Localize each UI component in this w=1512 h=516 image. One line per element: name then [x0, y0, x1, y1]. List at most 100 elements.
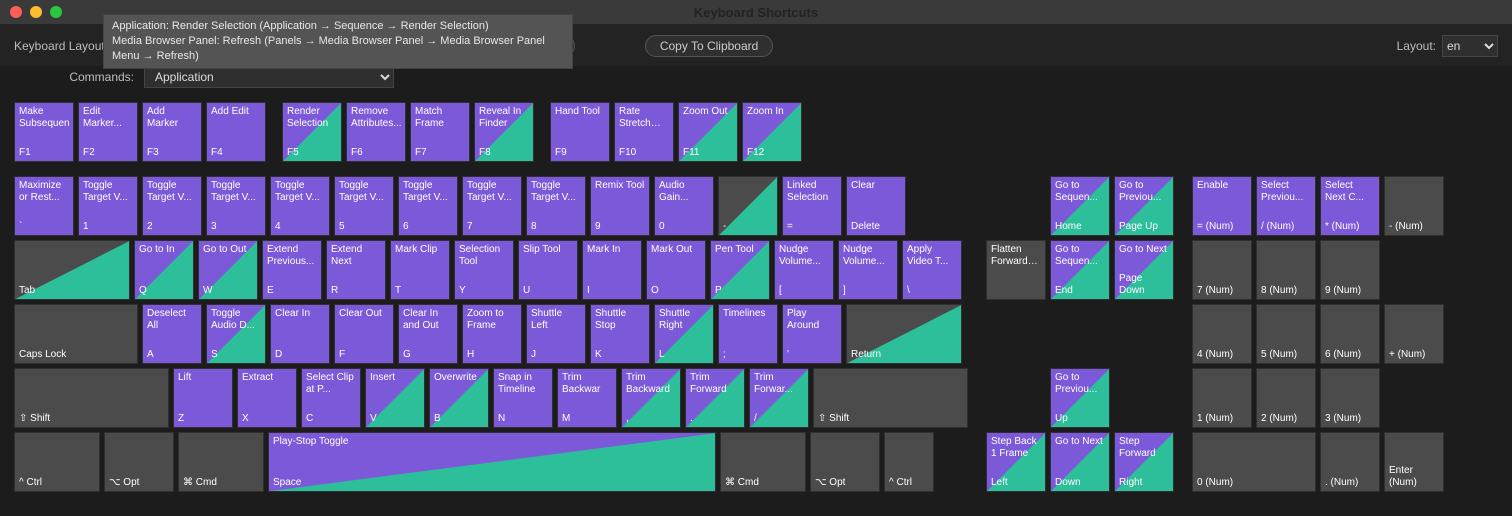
key-7[interactable]: Toggle Target V...7 [462, 176, 522, 236]
key-y[interactable]: Selection ToolY [454, 240, 514, 300]
key-t[interactable]: Mark ClipT [390, 240, 450, 300]
key-right[interactable]: Step ForwardRight [1114, 432, 1174, 492]
key-8[interactable]: Toggle Target V...8 [526, 176, 586, 236]
key-d[interactable]: Clear InD [270, 304, 330, 364]
key-6-num-[interactable]: 6 (Num) [1320, 304, 1380, 364]
key-9-num-[interactable]: 9 (Num) [1320, 240, 1380, 300]
key-f9[interactable]: Hand ToolF9 [550, 102, 610, 162]
key-f1[interactable]: Make SubsequenceF1 [14, 102, 74, 162]
key-f6[interactable]: Remove Attributes...F6 [346, 102, 406, 162]
key-n[interactable]: Snap in TimelineN [493, 368, 553, 428]
key-f8[interactable]: Reveal In FinderF8 [474, 102, 534, 162]
key-f4[interactable]: Add EditF4 [206, 102, 266, 162]
key--[interactable]: Timelines; [718, 304, 778, 364]
key-5-num-[interactable]: 5 (Num) [1256, 304, 1316, 364]
key-f11[interactable]: Zoom OutF11 [678, 102, 738, 162]
key--num-[interactable]: + (Num) [1384, 304, 1444, 364]
key--num-[interactable]: Select Previou.../ (Num) [1256, 176, 1316, 236]
key--[interactable]: Linked Selection= [782, 176, 842, 236]
key-q[interactable]: Go to InQ [134, 240, 194, 300]
key-space[interactable]: Play-Stop ToggleSpace [268, 432, 716, 492]
key-flatten-forward-delete[interactable]: Flatten Forward Delete [986, 240, 1046, 300]
key-e[interactable]: Extend Previous...E [262, 240, 322, 300]
key--cmd[interactable]: ⌘ Cmd [720, 432, 806, 492]
key-4-num-[interactable]: 4 (Num) [1192, 304, 1252, 364]
key--[interactable]: Nudge Volume...] [838, 240, 898, 300]
key--ctrl[interactable]: ^ Ctrl [884, 432, 934, 492]
key-2-num-[interactable]: 2 (Num) [1256, 368, 1316, 428]
key--num-[interactable]: Enable= (Num) [1192, 176, 1252, 236]
commands-select[interactable]: Application [144, 66, 394, 88]
key-f7[interactable]: Match FrameF7 [410, 102, 470, 162]
layout-select[interactable]: en [1442, 35, 1498, 57]
key-i[interactable]: Mark InI [582, 240, 642, 300]
key-left[interactable]: Step Back 1 FrameLeft [986, 432, 1046, 492]
key--shift[interactable]: ⇧ Shift [14, 368, 169, 428]
key--[interactable]: Trim Forward. [685, 368, 745, 428]
key-end[interactable]: Go to Sequen...End [1050, 240, 1110, 300]
key--opt[interactable]: ⌥ Opt [104, 432, 174, 492]
key--ctrl[interactable]: ^ Ctrl [14, 432, 100, 492]
key-c[interactable]: Select Clip at P...C [301, 368, 361, 428]
key-down[interactable]: Go to NextDown [1050, 432, 1110, 492]
key-a[interactable]: Deselect AllA [142, 304, 202, 364]
key--cmd[interactable]: ⌘ Cmd [178, 432, 264, 492]
key-5[interactable]: Toggle Target V...5 [334, 176, 394, 236]
copy-clipboard-button[interactable]: Copy To Clipboard [645, 35, 774, 57]
key-3-num-[interactable]: 3 (Num) [1320, 368, 1380, 428]
key-m[interactable]: Trim BackwarM [557, 368, 617, 428]
key--[interactable]: Play Around' [782, 304, 842, 364]
key-tab[interactable]: Tab [14, 240, 130, 300]
key--[interactable]: Maximize or Rest...` [14, 176, 74, 236]
key-delete[interactable]: ClearDelete [846, 176, 906, 236]
key--opt[interactable]: ⌥ Opt [810, 432, 880, 492]
key-2[interactable]: Toggle Target V...2 [142, 176, 202, 236]
key-j[interactable]: Shuttle LeftJ [526, 304, 586, 364]
key-6[interactable]: Toggle Target V...6 [398, 176, 458, 236]
key-f12[interactable]: Zoom InF12 [742, 102, 802, 162]
key--num-[interactable]: Select Next C...* (Num) [1320, 176, 1380, 236]
key-x[interactable]: ExtractX [237, 368, 297, 428]
key--num-[interactable]: . (Num) [1320, 432, 1380, 492]
key--[interactable]: - [718, 176, 778, 236]
key-1-num-[interactable]: 1 (Num) [1192, 368, 1252, 428]
key-f5[interactable]: Render SelectionF5 [282, 102, 342, 162]
key-h[interactable]: Zoom to FrameH [462, 304, 522, 364]
key-f3[interactable]: Add MarkerF3 [142, 102, 202, 162]
key--[interactable]: Nudge Volume...[ [774, 240, 834, 300]
key-home[interactable]: Go to Sequen...Home [1050, 176, 1110, 236]
key-3[interactable]: Toggle Target V...3 [206, 176, 266, 236]
key-v[interactable]: InsertV [365, 368, 425, 428]
key-1[interactable]: Toggle Target V...1 [78, 176, 138, 236]
key-8-num-[interactable]: 8 (Num) [1256, 240, 1316, 300]
key-f[interactable]: Clear OutF [334, 304, 394, 364]
key-b[interactable]: OverwriteB [429, 368, 489, 428]
key-u[interactable]: Slip ToolU [518, 240, 578, 300]
key--[interactable]: Trim Forwar.../ [749, 368, 809, 428]
key-4[interactable]: Toggle Target V...4 [270, 176, 330, 236]
key-s[interactable]: Toggle Audio D...S [206, 304, 266, 364]
key--[interactable]: Apply Video T...\ [902, 240, 962, 300]
key-0[interactable]: Audio Gain...0 [654, 176, 714, 236]
key-w[interactable]: Go to OutW [198, 240, 258, 300]
key-page-down[interactable]: Go to NextPage Down [1114, 240, 1174, 300]
key-o[interactable]: Mark OutO [646, 240, 706, 300]
key-k[interactable]: Shuttle StopK [590, 304, 650, 364]
key-l[interactable]: Shuttle RightL [654, 304, 714, 364]
key--[interactable]: Trim Backward, [621, 368, 681, 428]
key-7-num-[interactable]: 7 (Num) [1192, 240, 1252, 300]
key-9[interactable]: Remix Tool9 [590, 176, 650, 236]
key-caps-lock[interactable]: Caps Lock [14, 304, 138, 364]
key-r[interactable]: Extend NextR [326, 240, 386, 300]
key--num-[interactable]: - (Num) [1384, 176, 1444, 236]
key-f2[interactable]: Edit Marker...F2 [78, 102, 138, 162]
key-z[interactable]: LiftZ [173, 368, 233, 428]
key-g[interactable]: Clear In and OutG [398, 304, 458, 364]
key-return[interactable]: Return [846, 304, 962, 364]
key-page-up[interactable]: Go to Previou...Page Up [1114, 176, 1174, 236]
key--shift[interactable]: ⇧ Shift [813, 368, 968, 428]
key-enter-num-[interactable]: Enter (Num) [1384, 432, 1444, 492]
key-up[interactable]: Go to Previou...Up [1050, 368, 1110, 428]
key-0-num-[interactable]: 0 (Num) [1192, 432, 1316, 492]
key-f10[interactable]: Rate Stretch ToolF10 [614, 102, 674, 162]
